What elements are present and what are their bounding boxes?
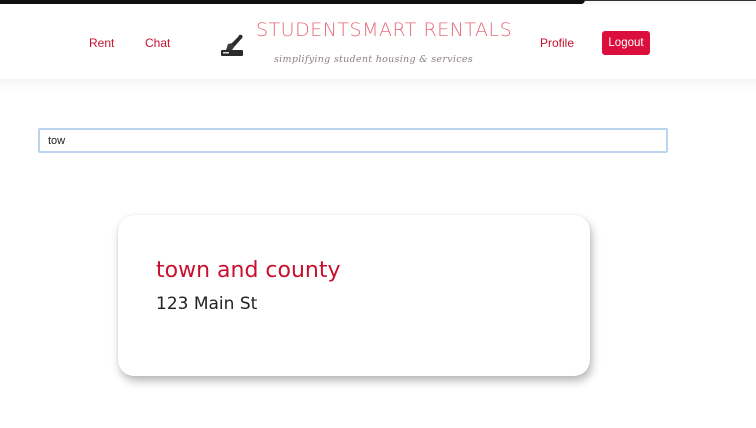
nav-link-profile[interactable]: Profile [540,36,574,50]
nav-link-rent[interactable]: Rent [89,36,114,50]
brand-tagline: simplifying student housing & services [274,54,473,65]
search-input[interactable] [38,128,668,153]
navbar: Rent Chat STUDENTSMART RENTALS simplifyi… [0,5,756,79]
result-name: town and county [156,258,341,283]
stamp-icon[interactable] [220,33,244,57]
result-card[interactable]: town and county 123 Main St [118,215,590,376]
brand-title: STUDENTSMART RENTALS [256,19,513,41]
logout-button[interactable]: Logout [602,31,650,55]
result-address: 123 Main St [156,294,258,314]
header-shadow-band [0,79,756,89]
nav-link-chat[interactable]: Chat [145,36,170,50]
